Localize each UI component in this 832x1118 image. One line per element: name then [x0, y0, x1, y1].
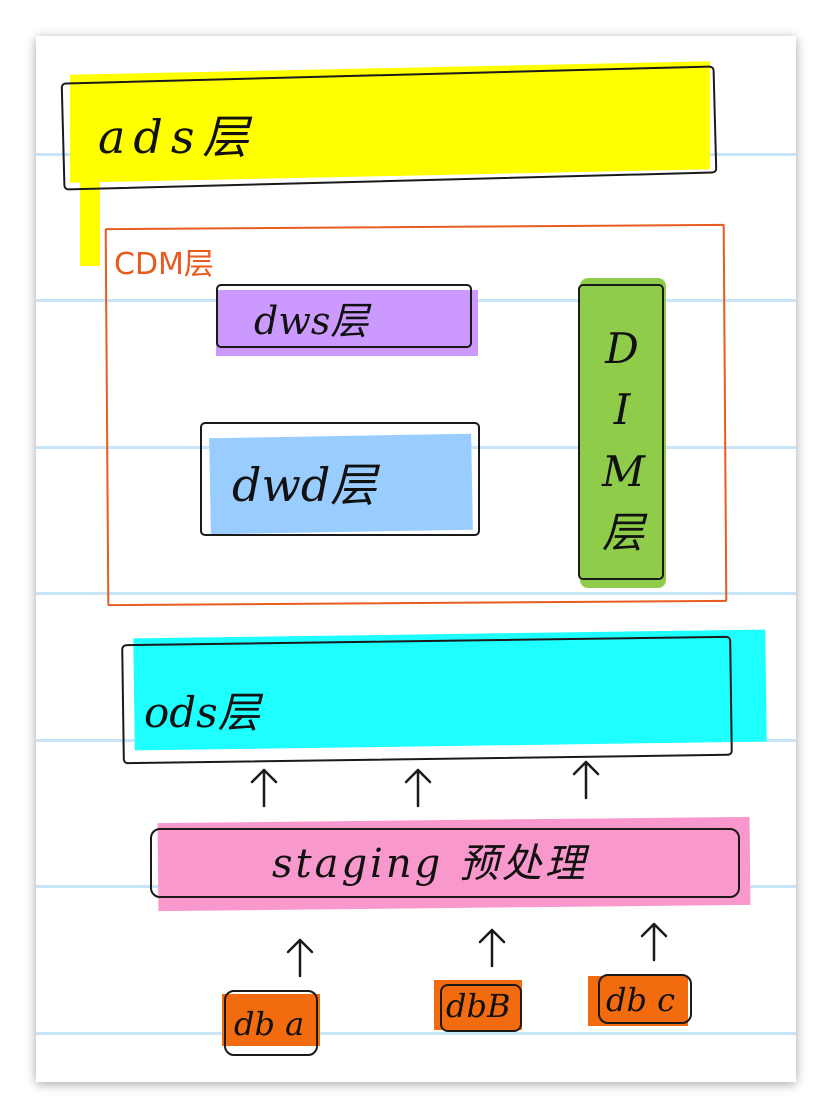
staging-layer: staging 预处理: [150, 814, 751, 914]
dim-letter: 层: [602, 507, 645, 557]
up-arrow-icon: [478, 928, 506, 968]
up-arrow-icon: [572, 760, 600, 800]
ruled-line: [36, 1032, 796, 1035]
dim-letter: M: [602, 446, 646, 496]
up-arrow-icon: [250, 768, 278, 808]
dws-layer: dws层: [216, 272, 484, 368]
dim-letter: D: [605, 324, 639, 373]
up-arrow-icon: [286, 938, 314, 978]
source-db-a: db a: [220, 986, 330, 1056]
ods-layer: ods层: [121, 626, 772, 766]
up-arrow-icon: [404, 768, 432, 808]
dim-letter: I: [613, 385, 631, 435]
source-db-b: dbB: [434, 974, 534, 1044]
notebook-page: ads层 CDM层 dws层 dwd层 D I M 层 ods层 staging…: [36, 36, 796, 1082]
dim-layer: D I M 层: [576, 278, 676, 596]
dwd-layer: dwd层: [200, 416, 500, 546]
source-label: db a: [234, 1005, 305, 1043]
source-db-c: db c: [588, 970, 698, 1030]
source-label: dbB: [446, 987, 511, 1025]
staging-label: staging 预处理: [272, 841, 588, 887]
ads-label: ads层: [98, 110, 257, 164]
dim-label: D I M 层: [602, 318, 646, 563]
ads-layer: ads层: [60, 61, 722, 266]
dws-label: dws层: [254, 299, 369, 343]
source-label: db c: [606, 981, 676, 1019]
cdm-label: CDM层: [114, 247, 214, 282]
dwd-label: dwd层: [232, 458, 377, 512]
ods-label: ods层: [144, 688, 260, 737]
up-arrow-icon: [640, 922, 668, 962]
cdm-layer: CDM层 dws层 dwd层 D I M 层: [104, 223, 728, 607]
